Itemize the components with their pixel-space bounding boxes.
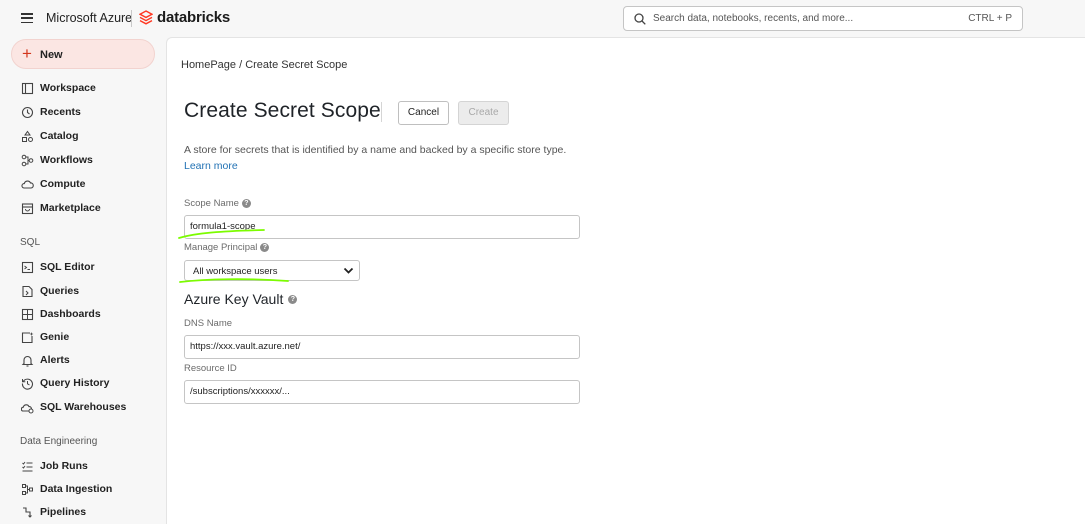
page-description: A store for secrets that is identified b…: [184, 142, 584, 174]
sidebar: + New Workspace Recents Catalog Workflow…: [0, 37, 166, 524]
dns-name-label-text: DNS Name: [184, 318, 233, 329]
sidebar-item-label: Workflows: [40, 154, 93, 166]
sidebar-item-label: Genie: [40, 331, 70, 343]
manage-principal-label-text: Manage Principal: [184, 242, 258, 253]
dns-name-label: DNS Name: [184, 318, 232, 329]
sidebar-item-recents[interactable]: Recents: [21, 104, 81, 120]
catalog-icon: [22, 130, 33, 142]
sidebar-item-label: Pipelines: [40, 506, 87, 518]
help-icon[interactable]: ?: [260, 243, 270, 252]
dashboard-icon: [21, 308, 34, 320]
plus-icon: +: [22, 44, 32, 63]
help-icon[interactable]: ?: [288, 294, 298, 304]
breadcrumb[interactable]: HomePage / Create Secret Scope: [181, 59, 347, 71]
new-button-label: New: [40, 49, 63, 61]
sidebar-item-data-ingestion[interactable]: Data Ingestion: [21, 481, 112, 497]
resource-id-label-text: Resource ID: [184, 363, 237, 374]
sidebar-item-alerts[interactable]: Alerts: [21, 352, 70, 368]
top-bar: Microsoft Azure databricks Search data, …: [0, 0, 1085, 37]
sidebar-item-label: Query History: [40, 377, 110, 389]
sidebar-item-job-runs[interactable]: Job Runs: [21, 458, 88, 474]
resource-id-label: Resource ID: [184, 363, 237, 374]
sidebar-section-data-engineering: Data Engineering: [20, 436, 98, 447]
sidebar-item-marketplace[interactable]: Marketplace: [21, 200, 101, 216]
sidebar-item-queries[interactable]: Queries: [21, 283, 79, 299]
menu-icon[interactable]: [21, 13, 33, 24]
azure-key-vault-heading: Azure Key Vault ?: [184, 291, 298, 307]
page-title: Create Secret Scope: [184, 99, 381, 122]
search-input[interactable]: Search data, notebooks, recents, and mor…: [623, 6, 1023, 31]
manage-principal-label: Manage Principal ?: [184, 242, 270, 253]
sidebar-item-label: SQL Warehouses: [40, 401, 127, 413]
main-panel: HomePage / Create Secret Scope Create Se…: [166, 37, 1085, 524]
warehouse-icon: [21, 403, 34, 413]
sidebar-item-label: Compute: [40, 178, 86, 190]
product-name[interactable]: databricks: [157, 9, 230, 26]
annotation-underline: [179, 278, 289, 283]
create-button[interactable]: Create: [458, 101, 509, 125]
title-divider: [381, 102, 382, 122]
chevron-down-icon: [343, 267, 354, 274]
workflows-icon: [21, 154, 34, 166]
scope-name-label-text: Scope Name: [184, 198, 239, 209]
sidebar-item-label: Recents: [40, 106, 81, 118]
sidebar-item-label: Alerts: [40, 354, 70, 366]
sidebar-item-workspace[interactable]: Workspace: [21, 80, 96, 96]
learn-more-link[interactable]: Learn more: [184, 160, 238, 172]
brand-divider: [131, 10, 132, 27]
search-shortcut: CTRL + P: [968, 13, 1012, 24]
folder-icon: [21, 82, 34, 94]
sql-editor-icon: [21, 261, 34, 273]
sidebar-item-dashboards[interactable]: Dashboards: [21, 306, 101, 322]
sidebar-item-label: Catalog: [40, 130, 79, 142]
new-button[interactable]: + New: [11, 39, 155, 69]
search-icon: [634, 13, 646, 25]
sidebar-item-workflows[interactable]: Workflows: [21, 152, 93, 168]
job-runs-icon: [22, 461, 33, 471]
store-icon: [21, 202, 34, 214]
ingestion-icon: [22, 483, 33, 495]
sidebar-item-genie[interactable]: Genie: [21, 329, 69, 345]
cancel-button[interactable]: Cancel: [398, 101, 449, 125]
cloud-icon: [21, 180, 34, 189]
search-placeholder: Search data, notebooks, recents, and mor…: [653, 13, 854, 24]
sidebar-item-catalog[interactable]: Catalog: [21, 128, 79, 144]
sidebar-item-query-history[interactable]: Query History: [21, 375, 109, 391]
sidebar-section-sql: SQL: [20, 237, 41, 248]
sidebar-item-label: Workspace: [40, 82, 96, 94]
history-icon: [21, 378, 34, 390]
sidebar-item-label: Queries: [40, 285, 80, 297]
key-vault-heading-text: Azure Key Vault: [184, 291, 284, 307]
provider-name: Microsoft Azure: [46, 11, 133, 25]
query-icon: [22, 285, 33, 297]
sidebar-item-label: Dashboards: [40, 308, 101, 320]
pipeline-icon: [23, 506, 32, 518]
dns-name-input[interactable]: https://xxx.vault.azure.net/: [184, 335, 580, 359]
sidebar-item-label: Job Runs: [40, 460, 88, 472]
sidebar-item-sql-editor[interactable]: SQL Editor: [21, 259, 95, 275]
help-icon[interactable]: ?: [241, 199, 251, 208]
resource-id-input[interactable]: /subscriptions/xxxxxx/...: [184, 380, 580, 404]
sidebar-item-label: Data Ingestion: [40, 483, 113, 495]
genie-icon: [21, 331, 34, 343]
sidebar-item-sql-warehouses[interactable]: SQL Warehouses: [21, 399, 126, 415]
sidebar-item-pipelines[interactable]: Pipelines: [21, 504, 86, 520]
scope-name-label: Scope Name ?: [184, 198, 251, 209]
bell-icon: [21, 355, 34, 367]
sidebar-item-label: SQL Editor: [40, 261, 95, 273]
databricks-logo-icon: [139, 10, 153, 25]
description-text: A store for secrets that is identified b…: [184, 144, 567, 156]
sidebar-item-label: Marketplace: [40, 202, 101, 214]
annotation-underline: [178, 229, 265, 239]
sidebar-item-compute[interactable]: Compute: [21, 176, 86, 192]
clock-icon: [21, 106, 34, 118]
